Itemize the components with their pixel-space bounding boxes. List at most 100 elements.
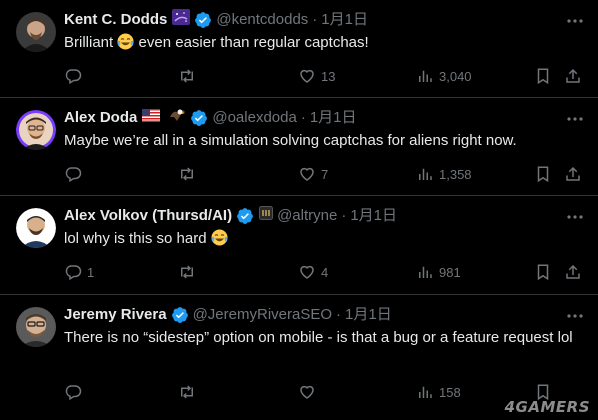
- separator-dot: ·: [341, 207, 347, 224]
- tweet-header: Jeremy Rivera @JeremyRiveraSEO · 1月1日: [64, 305, 538, 325]
- watermark-logo: 4GAMERS: [504, 398, 590, 416]
- retweet-icon: [181, 265, 193, 279]
- author-handle[interactable]: @JeremyRiveraSEO: [193, 305, 332, 325]
- more-options-icon[interactable]: [566, 307, 584, 325]
- tweet-text: Brilliant even easier than regular captc…: [64, 33, 574, 53]
- bookmark-icon: [537, 166, 549, 183]
- reply-icon: [65, 265, 82, 281]
- reply-feed: Kent C. Dodds @kentcdodds · 1月1日 Brillia…: [0, 0, 598, 420]
- views-button[interactable]: 158: [416, 382, 461, 402]
- timestamp[interactable]: 1月1日: [321, 10, 368, 30]
- tweet-text: There is no “sidestep” option on mobile …: [64, 329, 573, 346]
- share-button[interactable]: [564, 262, 582, 282]
- heart-icon: [300, 167, 314, 181]
- author-handle[interactable]: @oalexdoda: [212, 108, 296, 128]
- galaxy-emoji-icon: [172, 9, 191, 31]
- author-name[interactable]: Kent C. Dodds: [64, 10, 167, 30]
- us-flag-icon: [142, 108, 161, 128]
- view-count: 981: [439, 264, 461, 280]
- separator-dot: ·: [300, 109, 306, 126]
- bookmark-button[interactable]: [534, 262, 552, 282]
- tweet-text-part: even easier than regular captchas!: [134, 34, 369, 51]
- author-name[interactable]: Jeremy Rivera: [64, 305, 167, 325]
- tweet-actions: 1 4 981: [64, 262, 582, 282]
- tweet[interactable]: Alex Volkov (Thursd/AI) @altryne · 1月1日 …: [0, 196, 598, 295]
- timestamp[interactable]: 1月1日: [310, 108, 357, 128]
- timestamp[interactable]: 1月1日: [350, 206, 397, 226]
- retweet-icon: [181, 69, 193, 83]
- heart-icon: [300, 69, 314, 83]
- reply-icon: [65, 167, 82, 183]
- share-icon: [566, 68, 580, 83]
- tweet-text: lol why is this so hard: [64, 229, 574, 249]
- author-handle[interactable]: @altryne: [277, 206, 337, 226]
- more-options-icon[interactable]: [566, 208, 584, 226]
- share-button[interactable]: [564, 164, 582, 184]
- avatar[interactable]: [16, 110, 56, 150]
- reply-count: 1: [87, 264, 95, 280]
- tweet-header: Kent C. Dodds @kentcdodds · 1月1日: [64, 9, 538, 31]
- views-button[interactable]: 1,358: [416, 164, 472, 184]
- views-chart-icon: [419, 168, 432, 180]
- bookmark-icon: [537, 264, 549, 281]
- tweet[interactable]: Kent C. Dodds @kentcdodds · 1月1日 Brillia…: [0, 0, 598, 98]
- verified-badge-icon[interactable]: [171, 306, 189, 324]
- tweet-text-part: lol why is this so hard: [64, 230, 207, 247]
- tweet-actions: 7 1,358: [64, 164, 582, 184]
- view-count: 158: [439, 384, 461, 400]
- tweet[interactable]: Alex Doda @oalexdoda · 1月1日 Maybe we’re …: [0, 98, 598, 196]
- retweet-button[interactable]: [178, 66, 201, 86]
- views-button[interactable]: 3,040: [416, 66, 472, 86]
- avatar[interactable]: [16, 307, 56, 347]
- author-handle[interactable]: @kentcdodds: [216, 10, 308, 30]
- retweet-button[interactable]: [178, 262, 201, 282]
- verified-badge-icon[interactable]: [194, 11, 212, 29]
- like-count: 7: [321, 166, 329, 182]
- retweet-icon: [181, 167, 193, 181]
- verified-badge-icon[interactable]: [236, 207, 254, 225]
- retweet-button[interactable]: [178, 164, 201, 184]
- separator-dot: ·: [336, 306, 342, 323]
- avatar[interactable]: [16, 208, 56, 248]
- author-name[interactable]: Alex Doda: [64, 108, 137, 128]
- tears-of-joy-emoji-icon: [117, 33, 134, 50]
- reply-button[interactable]: [64, 164, 87, 184]
- views-chart-icon: [419, 386, 432, 398]
- views-chart-icon: [419, 266, 432, 278]
- share-button[interactable]: [564, 66, 582, 86]
- like-button[interactable]: 7: [298, 164, 328, 184]
- views-button[interactable]: 981: [416, 262, 461, 282]
- like-button[interactable]: [298, 382, 321, 402]
- like-count: 13: [321, 68, 336, 84]
- like-button[interactable]: 13: [298, 66, 335, 86]
- more-options-icon[interactable]: [566, 110, 584, 128]
- more-options-icon[interactable]: [566, 12, 584, 30]
- tweet-header: Alex Volkov (Thursd/AI) @altryne · 1月1日: [64, 206, 538, 226]
- eagle-emoji-icon: [168, 107, 186, 129]
- heart-icon: [300, 265, 314, 279]
- tweet-text-part: Brilliant: [64, 34, 114, 51]
- like-button[interactable]: 4: [298, 262, 328, 282]
- avatar[interactable]: [16, 12, 56, 52]
- like-count: 4: [321, 264, 329, 280]
- retweet-button[interactable]: [178, 382, 201, 402]
- reply-button[interactable]: [64, 66, 87, 86]
- tweet-actions: 13 3,040: [64, 66, 582, 86]
- bookmark-button[interactable]: [534, 66, 552, 86]
- reply-icon: [65, 385, 82, 401]
- retweet-icon: [181, 385, 193, 399]
- timestamp[interactable]: 1月1日: [345, 305, 392, 325]
- bookmark-button[interactable]: [534, 164, 552, 184]
- tweet-header: Alex Doda @oalexdoda · 1月1日: [64, 108, 538, 128]
- affiliate-badge-icon[interactable]: [259, 206, 274, 226]
- reply-button[interactable]: 1: [64, 262, 94, 282]
- view-count: 3,040: [439, 68, 472, 84]
- tweet-text: Maybe we’re all in a simulation solving …: [64, 132, 517, 149]
- reply-icon: [65, 69, 82, 85]
- author-name[interactable]: Alex Volkov (Thursd/AI): [64, 206, 232, 226]
- verified-badge-icon[interactable]: [190, 109, 208, 127]
- heart-icon: [300, 385, 314, 399]
- views-chart-icon: [419, 70, 432, 82]
- reply-button[interactable]: [64, 382, 87, 402]
- bookmark-icon: [537, 68, 549, 85]
